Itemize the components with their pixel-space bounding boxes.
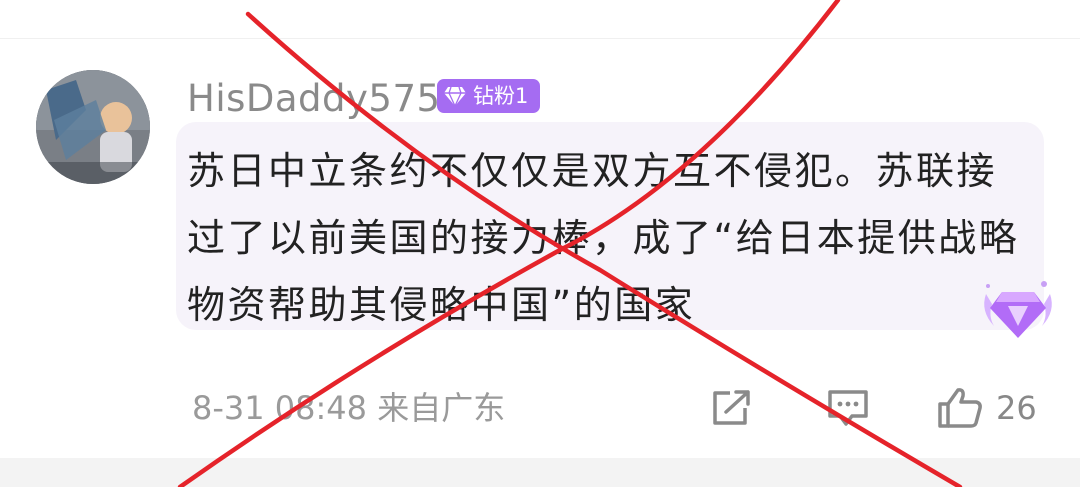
bottom-bar — [0, 458, 1080, 487]
comment-icon — [828, 390, 868, 426]
avatar[interactable] — [36, 70, 150, 184]
share-icon — [713, 390, 750, 425]
fan-badge[interactable]: 钻粉1 — [437, 79, 541, 113]
reply-button[interactable] — [826, 386, 870, 430]
top-divider — [0, 38, 1080, 39]
comment-text: 苏日中立条约不仅仅是双方互不侵犯。苏联接过了以前美国的接力棒，成了“给日本提供战… — [187, 149, 1020, 327]
like-count: 26 — [996, 389, 1037, 427]
comment-meta: 8-31 08:48 来自广东 — [192, 389, 506, 427]
badge-label: 钻粉1 — [473, 84, 529, 108]
username[interactable]: HisDaddy575 — [187, 76, 441, 122]
share-button[interactable] — [710, 386, 754, 430]
thumbs-up-icon — [938, 388, 982, 428]
diamond-icon — [444, 86, 466, 107]
like-button[interactable]: 26 — [936, 386, 1037, 430]
diamond-badge-icon — [984, 281, 1052, 338]
